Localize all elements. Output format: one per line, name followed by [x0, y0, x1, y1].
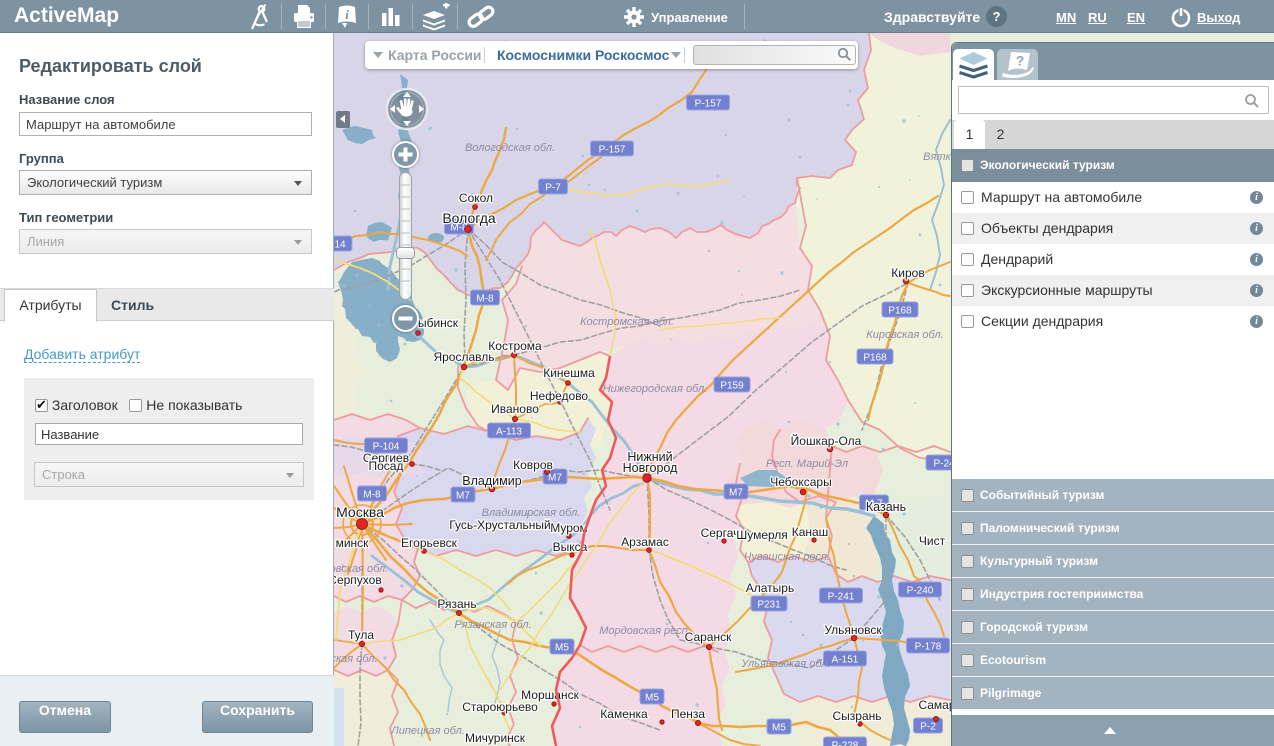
svg-text:Муром: Муром — [550, 521, 588, 535]
svg-text:Ярославль: Ярославль — [433, 350, 494, 364]
svg-text:М5: М5 — [772, 723, 786, 734]
svg-text:Иваново: Иваново — [491, 402, 539, 416]
svg-text:Сокол: Сокол — [459, 191, 493, 205]
svg-text:М5: М5 — [645, 693, 659, 704]
svg-text:Мичуринск: Мичуринск — [465, 731, 526, 745]
svg-text:М7: М7 — [456, 491, 470, 502]
svg-text:Р-7: Р-7 — [545, 183, 561, 194]
svg-text:М7: М7 — [548, 473, 562, 484]
svg-text:Р231: Р231 — [757, 600, 781, 611]
svg-text:Посад: Посад — [369, 459, 404, 473]
svg-text:Рязанская обл.: Рязанская обл. — [454, 619, 531, 631]
svg-text:А-113: А-113 — [496, 427, 522, 438]
svg-text:Серпухов: Серпухов — [334, 573, 382, 587]
svg-text:Р-2: Р-2 — [920, 722, 936, 733]
svg-text:Егорьевск: Егорьевск — [401, 536, 458, 550]
svg-text:Киров: Киров — [891, 266, 924, 280]
svg-text:Ульяновская обл.: Ульяновская обл. — [740, 658, 830, 670]
svg-text:Канаш: Канаш — [792, 525, 829, 539]
svg-text:Костромская обл.: Костромская обл. — [580, 316, 674, 328]
svg-text:Кинешма: Кинешма — [543, 366, 595, 380]
svg-text:Липецкая обл.: Липецкая обл. — [390, 725, 465, 737]
svg-text:Ульяновск: Ульяновск — [824, 623, 882, 637]
svg-text:М-8: М-8 — [476, 294, 494, 305]
svg-text:Вологодская обл.: Вологодская обл. — [465, 142, 555, 154]
svg-text:М5: М5 — [555, 643, 569, 654]
svg-text:Р159: Р159 — [720, 381, 744, 392]
svg-text:Р-178: Р-178 — [915, 642, 942, 653]
svg-text:Нижегородская обл.: Нижегородская обл. — [603, 383, 708, 395]
svg-text:Р-157: Р-157 — [599, 145, 626, 156]
svg-text:Р-240: Р-240 — [907, 586, 934, 597]
svg-text:Чист: Чист — [919, 534, 946, 548]
svg-text:Респ. Марий-Эл: Респ. Марий-Эл — [766, 458, 848, 470]
svg-text:i: i — [345, 7, 349, 22]
svg-text:Пенза: Пенза — [671, 707, 705, 721]
svg-text:Москва: Москва — [336, 504, 384, 520]
svg-text:Саранск: Саранск — [685, 630, 732, 644]
svg-text:М-8: М-8 — [363, 490, 381, 501]
svg-text:Алатырь: Алатырь — [746, 581, 794, 595]
svg-text:Вологда: Вологда — [442, 210, 496, 226]
svg-text:минск: минск — [336, 536, 370, 550]
svg-text:Нефедово: Нефедово — [530, 389, 589, 403]
svg-text:Р168: Р168 — [888, 306, 912, 317]
svg-text:Тула: Тула — [348, 628, 374, 642]
svg-text:Кировская обл.: Кировская обл. — [866, 329, 943, 341]
svg-text:Казань: Казань — [866, 500, 906, 514]
svg-text:Рязань: Рязань — [437, 597, 476, 611]
svg-text:Сергач: Сергач — [701, 526, 740, 540]
svg-text:А-151: А-151 — [832, 655, 859, 666]
svg-text:Ковров: Ковров — [513, 458, 553, 472]
svg-text:Йошкар-Ола: Йошкар-Ола — [791, 433, 862, 448]
svg-text:Мордовская респ.: Мордовская респ. — [599, 625, 691, 637]
svg-text:льская обл.: льская обл. — [334, 653, 378, 665]
svg-text:Арзамас: Арзамас — [621, 535, 669, 549]
svg-text:Владимир: Владимир — [462, 474, 521, 488]
svg-text:Староюрьево: Староюрьево — [462, 700, 538, 714]
svg-text:Шумерля: Шумерля — [736, 528, 788, 542]
svg-text:Чувашская респ.: Чувашская респ. — [744, 551, 830, 563]
svg-text:?: ? — [1016, 53, 1025, 69]
svg-text:М7: М7 — [729, 488, 743, 499]
svg-text:Чебоксары: Чебоксары — [770, 475, 831, 489]
svg-text:Гусь-Хрустальный: Гусь-Хрустальный — [449, 518, 550, 532]
svg-text:Р-228: Р-228 — [832, 741, 859, 746]
svg-text:Сызрань: Сызрань — [832, 709, 881, 723]
svg-text:Новгород: Новгород — [623, 461, 678, 475]
svg-text:Р-157: Р-157 — [695, 99, 722, 110]
svg-text:Каменка: Каменка — [600, 707, 648, 721]
svg-text:Р-241: Р-241 — [828, 592, 855, 603]
svg-text:Кострома: Кострома — [488, 339, 542, 353]
svg-text:Р168: Р168 — [863, 353, 887, 364]
svg-text:14: 14 — [334, 240, 346, 251]
